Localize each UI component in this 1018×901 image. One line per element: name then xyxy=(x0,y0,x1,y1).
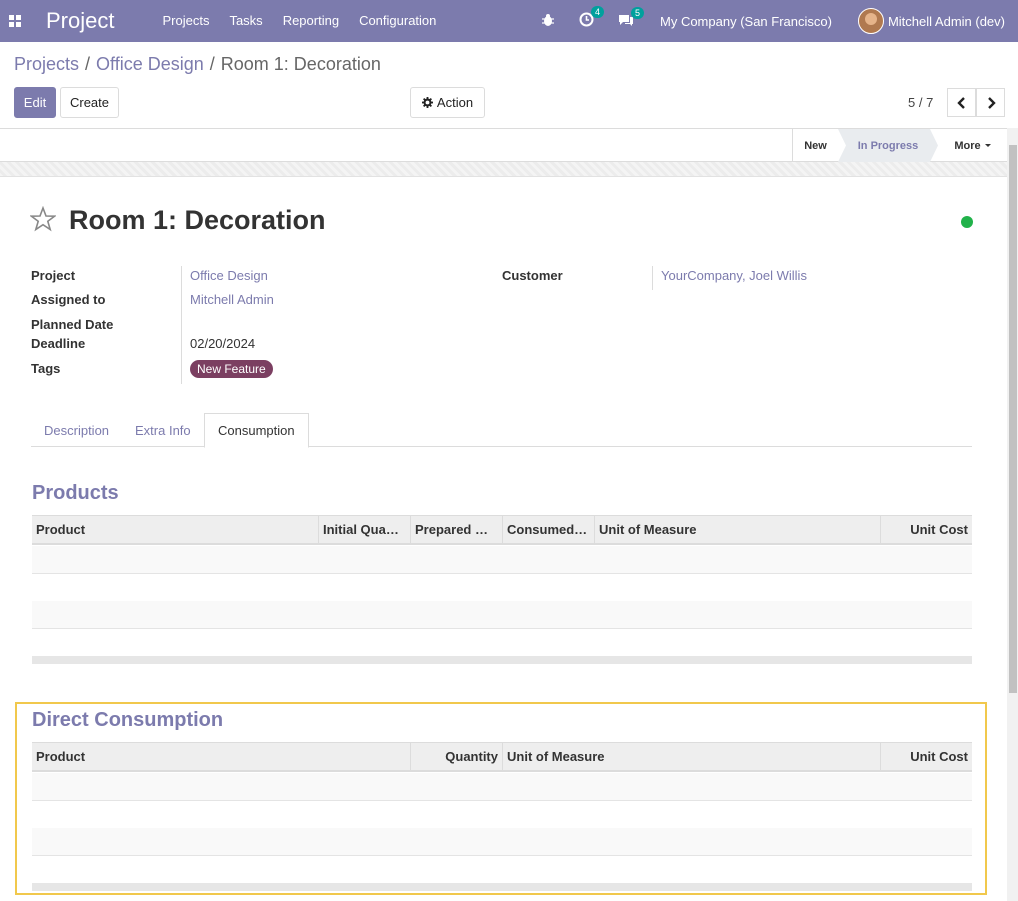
menu-reporting[interactable]: Reporting xyxy=(273,0,349,42)
pager-value[interactable]: 5 / 7 xyxy=(908,95,933,110)
messages-badge: 5 xyxy=(630,6,644,19)
column-header-unit-cost[interactable]: Unit Cost xyxy=(881,516,972,544)
sheet-background xyxy=(0,162,1007,177)
chevron-left-icon xyxy=(956,96,965,109)
table-row[interactable] xyxy=(32,629,972,657)
status-bar: New In Progress More xyxy=(0,128,1007,162)
edit-button[interactable]: Edit xyxy=(14,87,56,118)
user-avatar[interactable] xyxy=(857,8,884,34)
column-header-unit-of-measure[interactable]: Unit of Measure xyxy=(595,516,881,544)
field-separator xyxy=(652,266,653,290)
create-button[interactable]: Create xyxy=(60,87,119,118)
apps-menu-icon[interactable] xyxy=(0,0,30,42)
star-icon[interactable] xyxy=(29,205,57,239)
activity-badge: 4 xyxy=(590,6,604,18)
stage-in-progress[interactable]: In Progress xyxy=(838,129,938,162)
customer-label: Customer xyxy=(502,268,563,283)
breadcrumb-projects[interactable]: Projects xyxy=(14,54,79,74)
notebook-tabs: Description Extra Info Consumption xyxy=(31,413,972,448)
table-row[interactable] xyxy=(32,856,972,884)
products-table-header: Product Initial Quan… Prepared Q… Consum… xyxy=(32,515,972,545)
activity-clock-icon[interactable]: 4 xyxy=(579,6,604,30)
column-header-unit-of-measure[interactable]: Unit of Measure xyxy=(503,743,881,771)
planned-date-label: Planned Date xyxy=(31,317,114,332)
direct-consumption-table: Product Quantity Unit of Measure Unit Co… xyxy=(32,742,972,892)
products-table: Product Initial Quan… Prepared Q… Consum… xyxy=(32,515,972,665)
column-header-product[interactable]: Product xyxy=(32,743,411,771)
deadline-label: Deadline xyxy=(31,336,86,351)
breadcrumb-current: Room 1: Decoration xyxy=(220,54,381,74)
direct-consumption-section-title: Direct Consumption xyxy=(32,709,224,731)
assigned-label: Assigned to xyxy=(31,292,106,307)
direct-consumption-table-header: Product Quantity Unit of Measure Unit Co… xyxy=(32,742,972,772)
top-navbar: Project Projects Tasks Reporting Configu… xyxy=(0,0,1018,42)
tab-extra-info[interactable]: Extra Info xyxy=(122,413,204,447)
tags-label: Tags xyxy=(31,361,61,376)
messages-icon[interactable]: 5 xyxy=(618,6,644,30)
project-label: Project xyxy=(31,268,76,283)
user-menu[interactable]: Mitchell Admin (dev) xyxy=(888,14,1005,29)
products-section-title: Products xyxy=(32,482,119,504)
table-row[interactable] xyxy=(32,801,972,829)
bug-icon[interactable] xyxy=(541,13,555,30)
menu-tasks[interactable]: Tasks xyxy=(219,0,272,42)
breadcrumb-separator: / xyxy=(209,54,215,74)
kanban-state-indicator[interactable] xyxy=(961,216,973,228)
planned-date-field[interactable] xyxy=(190,317,340,333)
column-header-product[interactable]: Product xyxy=(32,516,319,544)
stage-more-dropdown[interactable]: More xyxy=(938,129,1007,162)
column-header-unit-cost[interactable]: Unit Cost xyxy=(881,743,972,771)
menu-configuration[interactable]: Configuration xyxy=(349,0,446,42)
action-label: Action xyxy=(436,95,474,110)
tab-consumption[interactable]: Consumption xyxy=(204,413,309,448)
table-row[interactable] xyxy=(32,574,972,602)
table-footer xyxy=(32,883,972,891)
pager-next-button[interactable] xyxy=(976,88,1005,117)
project-field[interactable]: Office Design xyxy=(190,268,268,283)
navbar-systray: 4 5 My Company (San Francisco) Mitchell … xyxy=(529,0,1018,42)
task-title[interactable]: Room 1: Decoration xyxy=(69,205,326,236)
field-separator xyxy=(181,266,182,384)
tab-description[interactable]: Description xyxy=(31,413,122,447)
app-name[interactable]: Project xyxy=(46,8,114,34)
column-header-quantity[interactable]: Quantity xyxy=(411,743,503,771)
main-menu: Projects Tasks Reporting Configuration xyxy=(152,0,446,42)
table-row[interactable] xyxy=(32,601,972,629)
gear-icon xyxy=(421,97,433,108)
column-header-prepared-quantity[interactable]: Prepared Q… xyxy=(411,516,503,544)
scrollbar-thumb[interactable] xyxy=(1009,145,1017,693)
column-header-consumed-quantity[interactable]: Consumed … xyxy=(503,516,595,544)
tag-badge[interactable]: New Feature xyxy=(190,360,273,378)
assigned-field[interactable]: Mitchell Admin xyxy=(190,292,274,307)
chevron-right-icon xyxy=(987,96,996,109)
breadcrumb-separator: / xyxy=(85,54,91,74)
action-button[interactable]: Action xyxy=(410,87,485,118)
table-footer xyxy=(32,656,972,664)
table-row[interactable] xyxy=(32,828,972,856)
table-row[interactable] xyxy=(32,546,972,574)
stage-more-label: More xyxy=(954,139,981,152)
menu-projects[interactable]: Projects xyxy=(152,0,219,42)
caret-down-icon xyxy=(984,144,991,147)
breadcrumb-project[interactable]: Office Design xyxy=(96,54,204,74)
deadline-field[interactable]: 02/20/2024 xyxy=(190,336,255,351)
pager-previous-button[interactable] xyxy=(947,88,976,117)
table-row[interactable] xyxy=(32,773,972,801)
stage-new[interactable]: New xyxy=(792,129,838,162)
breadcrumb: Projects / Office Design / Room 1: Decoratio… xyxy=(14,54,381,75)
company-switcher[interactable]: My Company (San Francisco) xyxy=(660,14,832,29)
column-header-initial-quantity[interactable]: Initial Quan… xyxy=(319,516,411,544)
customer-field[interactable]: YourCompany, Joel Willis xyxy=(661,268,807,283)
